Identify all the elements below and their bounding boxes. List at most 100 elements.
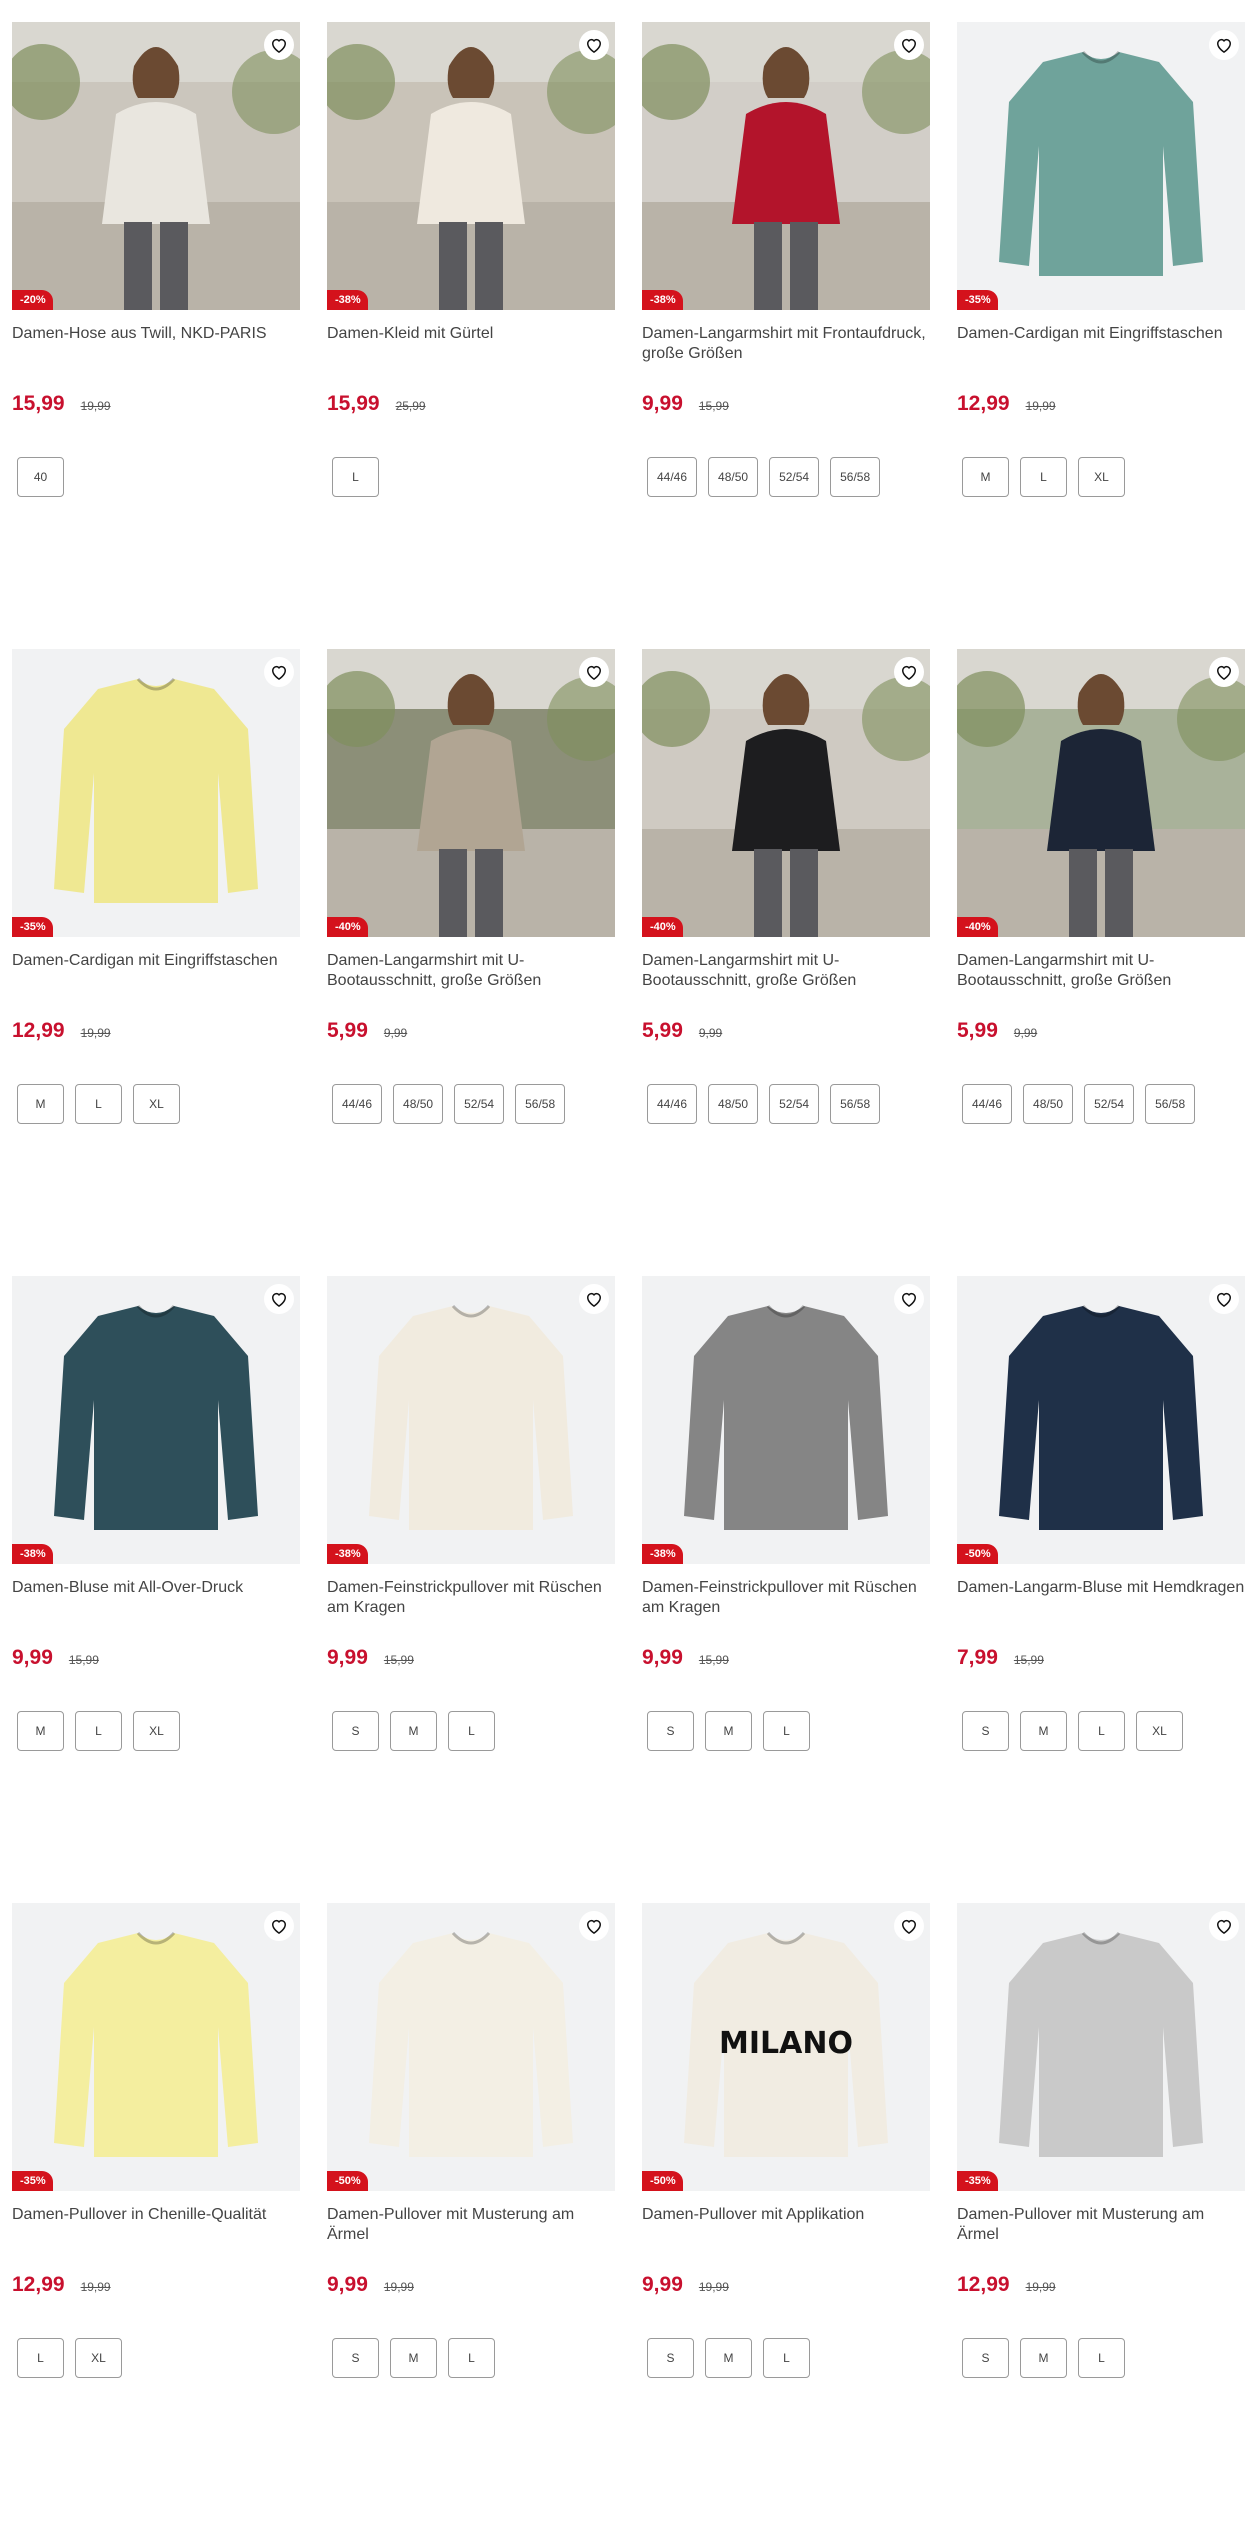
size-option-button[interactable]: 44/46 [647, 1084, 698, 1124]
product-card[interactable]: -38% Damen-Langarmshirt mit Frontaufdruck… [642, 22, 930, 649]
size-option-button[interactable]: 56/58 [830, 457, 881, 497]
wishlist-button[interactable] [579, 1284, 609, 1314]
wishlist-button[interactable] [1209, 1284, 1239, 1314]
product-title[interactable]: Damen-Bluse mit All-Over-Druck [12, 1578, 300, 1640]
size-option-button[interactable]: L [17, 2338, 64, 2378]
size-option-button[interactable]: 48/50 [708, 1084, 759, 1124]
product-image-wrap[interactable]: -38% [327, 22, 615, 310]
wishlist-button[interactable] [894, 1911, 924, 1941]
wishlist-button[interactable] [579, 30, 609, 60]
size-option-button[interactable]: S [962, 2338, 1009, 2378]
size-option-button[interactable]: XL [133, 1711, 180, 1751]
product-title[interactable]: Damen-Langarmshirt mit U-Bootausschnitt,… [642, 951, 930, 1013]
size-option-button[interactable]: L [1020, 457, 1067, 497]
product-title[interactable]: Damen-Langarmshirt mit U-Bootausschnitt,… [957, 951, 1245, 1013]
size-option-button[interactable]: L [448, 2338, 495, 2378]
product-image-wrap[interactable]: -40% [327, 649, 615, 937]
product-title[interactable]: Damen-Langarmshirt mit Frontaufdruck, gr… [642, 324, 930, 386]
product-card[interactable]: -50% Damen-Pullover mit Musterung am Ärme… [327, 1903, 615, 2530]
size-option-button[interactable]: 48/50 [708, 457, 759, 497]
product-image-wrap[interactable]: -38% [642, 22, 930, 310]
size-option-button[interactable]: M [17, 1084, 64, 1124]
product-card[interactable]: -50% Damen-Langarm-Bluse mit Hemdkragen 7,… [957, 1276, 1245, 1903]
product-title[interactable]: Damen-Feinstrickpullover mit Rüschen am … [327, 1578, 615, 1640]
wishlist-button[interactable] [894, 1284, 924, 1314]
size-option-button[interactable]: 44/46 [647, 457, 698, 497]
product-card[interactable]: MILANO -50% Damen-Pullover mit Applikation… [642, 1903, 930, 2530]
size-option-button[interactable]: M [705, 2338, 752, 2378]
product-card[interactable]: -40% Damen-Langarmshirt mit U-Bootausschn… [327, 649, 615, 1276]
size-option-button[interactable]: S [962, 1711, 1009, 1751]
size-option-button[interactable]: M [390, 1711, 437, 1751]
product-title[interactable]: Damen-Pullover mit Musterung am Ärmel [957, 2205, 1245, 2267]
size-option-button[interactable]: 52/54 [769, 1084, 820, 1124]
product-card[interactable]: -38% Damen-Feinstrickpullover mit Rüschen… [642, 1276, 930, 1903]
size-option-button[interactable]: L [75, 1711, 122, 1751]
product-card[interactable]: -40% Damen-Langarmshirt mit U-Bootausschn… [957, 649, 1245, 1276]
size-option-button[interactable]: 44/46 [962, 1084, 1013, 1124]
product-card[interactable]: -38% Damen-Bluse mit All-Over-Druck 9,99 15… [12, 1276, 300, 1903]
product-image-wrap[interactable]: -38% [642, 1276, 930, 1564]
size-option-button[interactable]: XL [133, 1084, 180, 1124]
product-title[interactable]: Damen-Cardigan mit Eingriffstaschen [12, 951, 300, 1013]
product-image-wrap[interactable]: -50% [327, 1903, 615, 2191]
size-option-button[interactable]: M [1020, 1711, 1067, 1751]
size-option-button[interactable]: L [1078, 2338, 1125, 2378]
size-option-button[interactable]: XL [75, 2338, 122, 2378]
size-option-button[interactable]: L [1078, 1711, 1125, 1751]
product-title[interactable]: Damen-Pullover mit Musterung am Ärmel [327, 2205, 615, 2267]
product-title[interactable]: Damen-Hose aus Twill, NKD-PARIS [12, 324, 300, 386]
wishlist-button[interactable] [1209, 657, 1239, 687]
size-option-button[interactable]: L [75, 1084, 122, 1124]
size-option-button[interactable]: 48/50 [1023, 1084, 1074, 1124]
size-option-button[interactable]: M [962, 457, 1009, 497]
product-title[interactable]: Damen-Feinstrickpullover mit Rüschen am … [642, 1578, 930, 1640]
size-option-button[interactable]: L [763, 1711, 810, 1751]
product-card[interactable]: -35% Damen-Cardigan mit Eingriffstaschen 1… [12, 649, 300, 1276]
size-option-button[interactable]: XL [1136, 1711, 1183, 1751]
size-option-button[interactable]: 52/54 [454, 1084, 505, 1124]
product-image-wrap[interactable]: -38% [12, 1276, 300, 1564]
wishlist-button[interactable] [1209, 30, 1239, 60]
size-option-button[interactable]: 48/50 [393, 1084, 444, 1124]
size-option-button[interactable]: S [647, 2338, 694, 2378]
size-option-button[interactable]: L [332, 457, 379, 497]
size-option-button[interactable]: M [705, 1711, 752, 1751]
wishlist-button[interactable] [264, 657, 294, 687]
product-card[interactable]: -35% Damen-Cardigan mit Eingriffstaschen 1… [957, 22, 1245, 649]
size-option-button[interactable]: 44/46 [332, 1084, 383, 1124]
wishlist-button[interactable] [894, 30, 924, 60]
product-card[interactable]: -40% Damen-Langarmshirt mit U-Bootausschn… [642, 649, 930, 1276]
product-title[interactable]: Damen-Pullover in Chenille-Qualität [12, 2205, 300, 2267]
size-option-button[interactable]: L [763, 2338, 810, 2378]
product-card[interactable]: -35% Damen-Pullover mit Musterung am Ärme… [957, 1903, 1245, 2530]
size-option-button[interactable]: 52/54 [1084, 1084, 1135, 1124]
size-option-button[interactable]: M [390, 2338, 437, 2378]
size-option-button[interactable]: 52/54 [769, 457, 820, 497]
size-option-button[interactable]: 56/58 [515, 1084, 566, 1124]
size-option-button[interactable]: 40 [17, 457, 64, 497]
product-image-wrap[interactable]: -20% [12, 22, 300, 310]
product-image-wrap[interactable]: -38% [327, 1276, 615, 1564]
size-option-button[interactable]: S [647, 1711, 694, 1751]
product-image-wrap[interactable]: -35% [12, 1903, 300, 2191]
product-title[interactable]: Damen-Langarm-Bluse mit Hemdkragen [957, 1578, 1245, 1640]
product-card[interactable]: -20% Damen-Hose aus Twill, NKD-PARIS 15,99… [12, 22, 300, 649]
product-image-wrap[interactable]: -35% [12, 649, 300, 937]
size-option-button[interactable]: M [1020, 2338, 1067, 2378]
product-card[interactable]: -38% Damen-Feinstrickpullover mit Rüschen… [327, 1276, 615, 1903]
wishlist-button[interactable] [1209, 1911, 1239, 1941]
size-option-button[interactable]: XL [1078, 457, 1125, 497]
wishlist-button[interactable] [264, 1284, 294, 1314]
product-image-wrap[interactable]: -40% [957, 649, 1245, 937]
size-option-button[interactable]: M [17, 1711, 64, 1751]
product-image-wrap[interactable]: -40% [642, 649, 930, 937]
size-option-button[interactable]: S [332, 2338, 379, 2378]
wishlist-button[interactable] [579, 657, 609, 687]
product-image-wrap[interactable]: MILANO -50% [642, 1903, 930, 2191]
product-image-wrap[interactable]: -50% [957, 1276, 1245, 1564]
product-image-wrap[interactable]: -35% [957, 1903, 1245, 2191]
size-option-button[interactable]: S [332, 1711, 379, 1751]
wishlist-button[interactable] [264, 30, 294, 60]
wishlist-button[interactable] [579, 1911, 609, 1941]
